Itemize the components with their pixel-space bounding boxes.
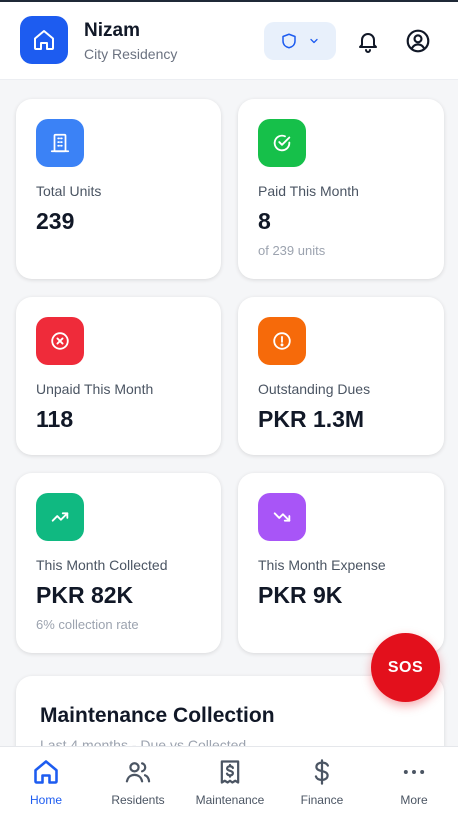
check-circle-icon: [273, 134, 291, 152]
x-circle-icon: [51, 332, 69, 350]
home-icon: [34, 760, 58, 784]
stat-card-month-collected[interactable]: This Month Collected PKR 82K 6% collecti…: [16, 473, 221, 653]
users-icon: [125, 762, 151, 783]
trending-up-icon-badge: [36, 493, 84, 541]
bell-icon: [359, 33, 377, 53]
stat-card-paid-this-month[interactable]: Paid This Month 8 of 239 units: [238, 99, 444, 279]
nav-label: Maintenance: [195, 793, 265, 807]
nav-item-more[interactable]: More: [368, 747, 458, 818]
alert-circle-icon-badge: [258, 317, 306, 365]
building-icon: [50, 133, 70, 153]
stat-value: 8: [258, 208, 271, 234]
maintenance-collection-title: Maintenance Collection: [40, 704, 275, 727]
check-circle-icon-badge: [258, 119, 306, 167]
nav-label: Home: [29, 793, 62, 807]
more-dots-icon: [403, 770, 425, 774]
nav-item-home[interactable]: Home: [0, 747, 92, 818]
stat-label: Total Units: [36, 183, 102, 199]
trending-down-icon-badge: [258, 493, 306, 541]
receipt-icon: [220, 760, 240, 784]
role-switcher-button[interactable]: [264, 22, 336, 60]
stat-label: This Month Collected: [36, 557, 168, 573]
stat-value: 118: [36, 406, 74, 432]
nav-label: More: [400, 793, 428, 807]
nav-label: Finance: [300, 793, 344, 807]
stat-card-unpaid-this-month[interactable]: Unpaid This Month 118: [16, 297, 221, 455]
stat-subtext: 6% collection rate: [36, 617, 139, 632]
stat-subtext: of 239 units: [258, 243, 326, 258]
stat-card-month-expense[interactable]: This Month Expense PKR 9K: [238, 473, 444, 653]
brand-subtitle: City Residency: [84, 46, 178, 62]
stat-value: PKR 82K: [36, 582, 134, 608]
app-header: Nizam City Residency: [0, 2, 458, 80]
notifications-button[interactable]: [355, 28, 381, 54]
chevron-down-icon: [310, 38, 318, 44]
brand-name: Nizam: [84, 20, 140, 41]
bottom-navigation: Home Residents Maintenance Finance More: [0, 746, 458, 818]
nav-item-residents[interactable]: Residents: [92, 747, 184, 818]
x-circle-icon-badge: [36, 317, 84, 365]
building-icon-badge: [36, 119, 84, 167]
stat-card-total-units[interactable]: Total Units 239: [16, 99, 221, 279]
stat-value: PKR 1.3M: [258, 406, 365, 432]
nav-label: Residents: [111, 793, 165, 807]
stat-value: PKR 9K: [258, 582, 343, 608]
trending-down-icon: [273, 512, 291, 522]
trending-up-icon: [51, 512, 69, 522]
stat-label: Paid This Month: [258, 183, 359, 199]
stat-label: This Month Expense: [258, 557, 386, 573]
nav-item-finance[interactable]: Finance: [276, 747, 368, 818]
home-icon: [34, 30, 54, 50]
app-logo[interactable]: [20, 16, 68, 64]
stat-card-outstanding-dues[interactable]: Outstanding Dues PKR 1.3M: [238, 297, 444, 455]
nav-item-maintenance[interactable]: Maintenance: [184, 747, 276, 818]
dollar-icon: [314, 759, 329, 785]
stat-label: Unpaid This Month: [36, 381, 154, 397]
alert-circle-icon: [273, 332, 291, 350]
profile-button[interactable]: [405, 28, 431, 54]
user-circle-icon: [406, 29, 430, 53]
stat-value: 239: [36, 208, 75, 234]
shield-icon: [282, 33, 296, 49]
stat-label: Outstanding Dues: [258, 381, 371, 397]
sos-button[interactable]: SOS: [371, 633, 440, 702]
